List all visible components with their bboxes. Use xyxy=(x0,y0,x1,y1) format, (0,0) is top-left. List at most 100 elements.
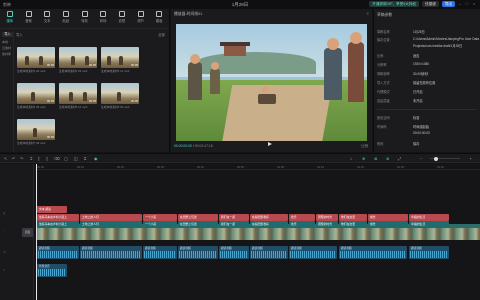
text-clip[interactable]: 土地上的人们 xyxy=(80,214,142,221)
link-icon[interactable]: ⊕ xyxy=(362,156,365,161)
ruler-tick: 00:30 xyxy=(157,165,164,169)
audio-clip[interactable]: 朗读音频 xyxy=(80,246,142,259)
split-left-icon[interactable]: ⟦ xyxy=(38,156,40,161)
audio-clip[interactable]: 朗读音频 xyxy=(339,246,407,259)
thumb-duration: 00:05 xyxy=(47,99,54,103)
text-clip[interactable]: 成长 xyxy=(368,214,408,221)
filter-dropdown[interactable]: 全部 xyxy=(158,32,165,37)
audio-clip[interactable]: 朗读音频 xyxy=(178,246,218,259)
sidebar-item-cloud[interactable]: 云素材 xyxy=(2,46,11,50)
cover-button[interactable]: 封面 xyxy=(22,228,33,237)
tool-filter[interactable]: 滤镜 xyxy=(114,11,130,28)
redo-icon[interactable]: ↷ xyxy=(20,156,23,161)
text-clip[interactable]: 他们在这里 xyxy=(339,214,367,221)
tool-adjust[interactable]: 调节 xyxy=(133,11,149,28)
thumb-duration: 00:05 xyxy=(89,63,96,67)
magnet-icon[interactable]: ⊗ xyxy=(374,156,377,161)
vip-banner[interactable]: 开通剪映VIP，享受5大特权 xyxy=(369,1,420,7)
text-clip[interactable]: 在田野上玩耍 xyxy=(178,214,218,221)
media-thumb[interactable]: 00:05 生成本地素材5 16.mp4 xyxy=(59,83,97,109)
preview-axis-icon[interactable]: ⊛ xyxy=(386,156,389,161)
import-button[interactable]: 导入 xyxy=(2,32,13,37)
subtitle-clip[interactable]: 一个小孩 xyxy=(143,221,177,228)
playhead[interactable] xyxy=(36,164,37,300)
subtitle-clip[interactable]: 成长 xyxy=(368,221,408,228)
more-icon[interactable]: ≡ xyxy=(367,11,369,16)
text-clip[interactable]: 坐着马车在乡村小道上 xyxy=(37,214,79,221)
audio-clip[interactable]: 朗读音频 xyxy=(37,246,79,259)
close-icon[interactable]: × xyxy=(472,2,476,6)
subtitle-clip[interactable]: 在田野上玩耍 xyxy=(178,221,218,228)
media-thumb[interactable]: 00:05 生成本地素材3 12.mp4 xyxy=(101,47,139,73)
audio-clip[interactable]: 朗读音频 xyxy=(409,246,449,259)
split-right-icon[interactable]: ⟧ xyxy=(46,156,48,161)
sidebar-item-library[interactable]: 素材库 xyxy=(2,52,11,56)
zoom-fit-icon[interactable]: ⤢ xyxy=(398,156,401,161)
subtitle-clip[interactable]: 他们在这里 xyxy=(339,221,367,228)
time-ruler[interactable]: 00:00 00:10 00:20 00:30 00:40 00:50 01:0… xyxy=(35,164,480,170)
mirror-icon[interactable]: ◫ xyxy=(74,156,78,161)
mic-icon[interactable]: ♪ xyxy=(350,156,352,161)
subtitle-clip[interactable]: 在稻田里收获 xyxy=(250,221,288,228)
undo-icon[interactable]: ↶ xyxy=(12,156,15,161)
text-clip[interactable]: 我们在一起 xyxy=(219,214,249,221)
text-clip[interactable]: 幸福的生活 xyxy=(409,214,449,221)
audio-clip[interactable]: 朗读音频 xyxy=(289,246,337,259)
freeze-icon[interactable]: ▢ xyxy=(64,156,68,161)
media-thumb[interactable]: 00:05 生成本地素材2 03.mp4 xyxy=(59,47,97,73)
media-thumb[interactable]: 00:05 生成本地素材6 02.mp4 xyxy=(101,83,139,109)
text-clip[interactable]: 文本 朗读 xyxy=(37,206,67,213)
subtitle-clip[interactable]: 土地上的人们 xyxy=(80,221,142,228)
lock-icon[interactable]: ◦ xyxy=(3,230,4,234)
minimize-icon[interactable]: – xyxy=(458,2,462,6)
media-thumb[interactable]: 00:05 生成本地素材7 09.mp4 xyxy=(17,119,55,145)
zoom-out-icon[interactable]: − xyxy=(420,156,422,161)
tool-audio[interactable]: 音频 xyxy=(21,11,37,28)
thumb-image: 00:05 xyxy=(101,83,139,104)
zoom-knob[interactable] xyxy=(434,156,438,161)
music-clip[interactable]: 背景音乐 xyxy=(37,264,67,277)
tool-media[interactable]: 媒体 xyxy=(2,11,18,28)
zoom-in-icon[interactable]: + xyxy=(470,156,472,161)
text-clip[interactable]: 欢乐 xyxy=(289,214,315,221)
tool-text[interactable]: 文本 xyxy=(39,11,55,28)
ratio-button[interactable]: 比例 xyxy=(361,143,368,148)
prop-key: 分辨率 xyxy=(377,63,387,67)
preview-frame[interactable] xyxy=(176,24,367,141)
text-clip[interactable]: 一个小孩 xyxy=(143,214,177,221)
media-thumb[interactable]: 00:05 生成本地素材4 08.mp4 xyxy=(17,83,55,109)
marker-icon[interactable]: ◉ xyxy=(94,156,98,161)
split-icon[interactable]: ⌶ xyxy=(30,156,32,161)
crop-icon[interactable]: ⌗ xyxy=(84,156,86,161)
audio-clip[interactable]: 朗读音频 xyxy=(219,246,249,259)
tool-template[interactable]: 模板 xyxy=(151,11,167,28)
shortcut-button[interactable]: 快捷键 xyxy=(422,1,439,7)
audio-clip[interactable]: 朗读音频 xyxy=(250,246,288,259)
audio-track-icon[interactable]: ♫ xyxy=(3,250,6,254)
prop-key: 草稿帧率 xyxy=(377,72,390,76)
subtitle-clip[interactable]: 幸福的生活 xyxy=(409,221,449,228)
prop-value[interactable]: 保存 xyxy=(413,141,479,146)
subtitle-clip[interactable]: 欢乐 xyxy=(289,221,315,228)
zoom-slider[interactable] xyxy=(430,156,460,161)
media-thumb[interactable]: 00:05 生成本地素材1 20.mp4 xyxy=(17,47,55,73)
tool-effects[interactable]: 特效 xyxy=(77,11,93,28)
export-button[interactable]: 导出 xyxy=(441,1,455,7)
music-track-icon[interactable]: ♪ xyxy=(3,268,5,272)
tool-transition[interactable]: 转场 xyxy=(95,11,111,28)
subtitle-clip[interactable]: 团聚的时光 xyxy=(316,221,338,228)
text-clip[interactable]: 在稻田里收获 xyxy=(250,214,288,221)
select-icon[interactable]: ↖ xyxy=(4,156,7,161)
subtitle-clip[interactable]: 坐着马车在乡村小道上 xyxy=(37,221,79,228)
maximize-icon[interactable]: □ xyxy=(465,2,469,6)
delete-icon[interactable]: ⌫ xyxy=(54,156,60,161)
text-track-icon[interactable]: T xyxy=(3,212,5,216)
text-clip[interactable]: 团聚的时光 xyxy=(316,214,338,221)
play-icon[interactable] xyxy=(268,142,272,146)
tool-sticker[interactable]: 贴纸 xyxy=(58,11,74,28)
prop-value: 已开启 xyxy=(413,90,423,94)
prop-key: 导入方式 xyxy=(377,81,390,85)
subtitle-clip[interactable]: 我们在一起 xyxy=(219,221,249,228)
sidebar-item-local[interactable]: 本地 xyxy=(2,40,8,44)
audio-clip[interactable]: 朗读音频 xyxy=(143,246,177,259)
